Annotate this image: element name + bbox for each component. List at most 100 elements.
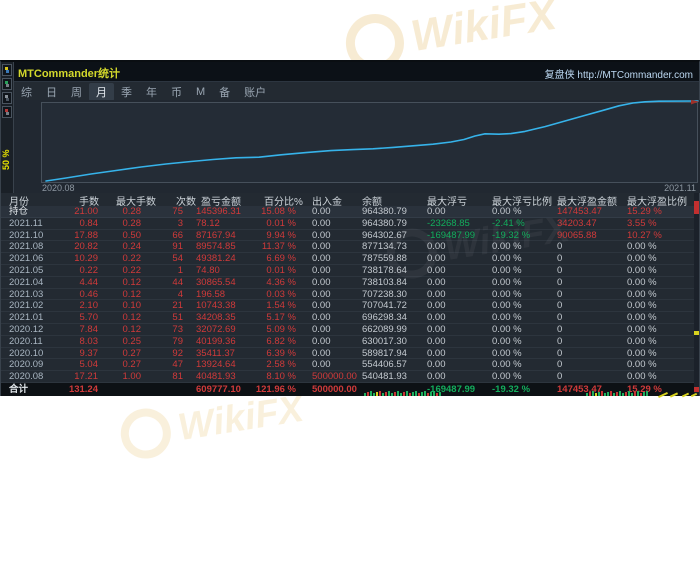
table-cell: 15.29 % [627, 383, 689, 396]
table-cell: 0.00 % [492, 241, 554, 252]
minimized-window-icon[interactable] [2, 92, 12, 104]
table-cell: 121.96 % [239, 383, 296, 396]
table-cell: 0 [557, 348, 623, 359]
table-cell: 81 [143, 371, 183, 382]
table-cell: 0.12 [99, 277, 141, 288]
table-cell: 0 [557, 324, 623, 335]
table-cell: 6.82 % [239, 336, 296, 347]
table-cell: 147453.47 [557, 383, 623, 396]
table-cell: 0.01 % [239, 218, 296, 229]
table-row[interactable]: 2021.1017.880.506687167.949.94 %0.009643… [1, 230, 699, 242]
minimized-window-icon[interactable] [2, 64, 12, 76]
wikifx-watermark-text: WikiFX [191, 457, 323, 519]
wikifx-logo-icon [403, 531, 460, 588]
table-cell: 0.00 % [492, 206, 554, 217]
mtcommander-window: MTCommander统计 复盘侠 http://MTCommander.com… [0, 60, 700, 396]
table-row[interactable]: 2021.0820.820.249189574.8511.37 %0.00877… [1, 241, 699, 253]
menu-item-日[interactable]: 日 [39, 83, 64, 101]
table-cell: 500000.00 [312, 383, 368, 396]
wikifx-watermark-text: WikiFX [408, 0, 560, 62]
table-row[interactable]: 2021.0610.290.225449381.246.69 %0.007875… [1, 253, 699, 265]
table-cell: 0.22 [56, 265, 98, 276]
table-cell: 79 [143, 336, 183, 347]
equity-curve [46, 101, 698, 181]
menu-item-账户[interactable]: 账户 [237, 83, 273, 101]
table-cell: 1 [143, 265, 183, 276]
table-cell: 8.10 % [239, 371, 296, 382]
table-row[interactable]: 2021.030.460.124196.580.03 %0.00707238.3… [1, 289, 699, 301]
table-cell: 0 [557, 265, 623, 276]
table-row[interactable]: 持仓21.000.2875145396.3115.08 %0.00964380.… [1, 206, 699, 218]
table-cell: 0.28 [99, 206, 141, 217]
table-cell: 1.54 % [239, 300, 296, 311]
menu-item-年[interactable]: 年 [139, 83, 164, 101]
table-cell: 0.28 [99, 218, 141, 229]
table-cell: 540481.93 [362, 371, 426, 382]
table-cell: 0.27 [99, 359, 141, 370]
table-cell: 0.00 % [492, 324, 554, 335]
table-cell: 0.00 [427, 324, 491, 335]
minimized-window-icon[interactable] [2, 78, 12, 90]
table-cell: 0 [557, 277, 623, 288]
table-cell: 17.21 [56, 371, 98, 382]
table-cell: 964302.67 [362, 230, 426, 241]
table-cell: 0.00 [427, 277, 491, 288]
table-cell: 0.00 [312, 300, 368, 311]
table-cell: 0.00 % [492, 300, 554, 311]
table-row[interactable]: 2020.109.370.279235411.376.39 %0.0058981… [1, 348, 699, 360]
table-cell: 0.50 [99, 230, 141, 241]
menu-item-季[interactable]: 季 [114, 83, 139, 101]
table-cell: 0.00 [312, 312, 368, 323]
table-row[interactable]: 2021.110.840.28378.120.01 %0.00964380.79… [1, 218, 699, 230]
table-cell: 589817.94 [362, 348, 426, 359]
titlebar-url[interactable]: 复盘侠 http://MTCommander.com [545, 66, 693, 81]
table-cell: 0.00 [427, 371, 491, 382]
table-cell: 47 [143, 359, 183, 370]
wikifx-watermark: WikiFX [403, 510, 593, 588]
table-cell: 0.01 % [239, 265, 296, 276]
table-cell: 0.00 % [627, 253, 689, 264]
table-cell: 17.88 [56, 230, 98, 241]
table-cell: 5.09 % [239, 324, 296, 335]
table-cell: 75 [143, 206, 183, 217]
table-cell: 877134.73 [362, 241, 426, 252]
minimized-window-icon[interactable] [2, 106, 12, 118]
table-cell: 21 [143, 300, 183, 311]
table-cell: 0.00 [427, 348, 491, 359]
menu-item-周[interactable]: 周 [64, 83, 89, 101]
table-cell: 44 [143, 277, 183, 288]
equity-chart-svg [1, 100, 700, 193]
table-cell: 0.00 [312, 277, 368, 288]
table-row[interactable]: 2021.015.700.125134208.355.17 %0.0069629… [1, 312, 699, 324]
table-cell: 0.22 [99, 265, 141, 276]
title-bar[interactable]: MTCommander统计 复盘侠 http://MTCommander.com [1, 62, 699, 82]
table-cell: -169487.99 [427, 230, 491, 241]
table-cell: 0.00 [312, 218, 368, 229]
menu-item-综[interactable]: 综 [14, 83, 39, 101]
table-row[interactable]: 2021.050.220.22174.800.01 %0.00738178.64… [1, 265, 699, 277]
table-cell: 630017.30 [362, 336, 426, 347]
table-row[interactable]: 2020.118.030.257940199.366.82 %0.0063001… [1, 336, 699, 348]
table-row[interactable]: 合计131.24609777.10121.96 %500000.00-16948… [1, 383, 699, 396]
table-row[interactable]: 2020.127.840.127332072.695.09 %0.0066208… [1, 324, 699, 336]
table-cell: 0.00 % [492, 371, 554, 382]
table-cell: 0.00 % [627, 336, 689, 347]
table-cell: 0.00 % [627, 265, 689, 276]
table-cell: 3.55 % [627, 218, 689, 229]
table-cell: 0.27 [99, 348, 141, 359]
scrollbar[interactable] [694, 193, 699, 396]
table-row[interactable]: 2020.095.040.274713924.642.58 %0.0055440… [1, 359, 699, 371]
table-cell: 11.37 % [239, 241, 296, 252]
table-cell: 0.00 % [492, 253, 554, 264]
menu-item-月[interactable]: 月 [89, 83, 114, 101]
menu-item-M[interactable]: M [189, 85, 212, 99]
table-row[interactable]: 2020.0817.211.008140481.938.10 %500000.0… [1, 371, 699, 383]
table-cell: 9.94 % [239, 230, 296, 241]
table-row[interactable]: 2021.022.100.102110743.381.54 %0.0070704… [1, 300, 699, 312]
table-cell: 0.00 % [627, 241, 689, 252]
menu-item-备[interactable]: 备 [212, 83, 237, 101]
table-cell: 54 [143, 253, 183, 264]
table-cell: 66 [143, 230, 183, 241]
menu-item-币[interactable]: 币 [164, 83, 189, 101]
table-row[interactable]: 2021.044.440.124430865.544.36 %0.0073810… [1, 277, 699, 289]
